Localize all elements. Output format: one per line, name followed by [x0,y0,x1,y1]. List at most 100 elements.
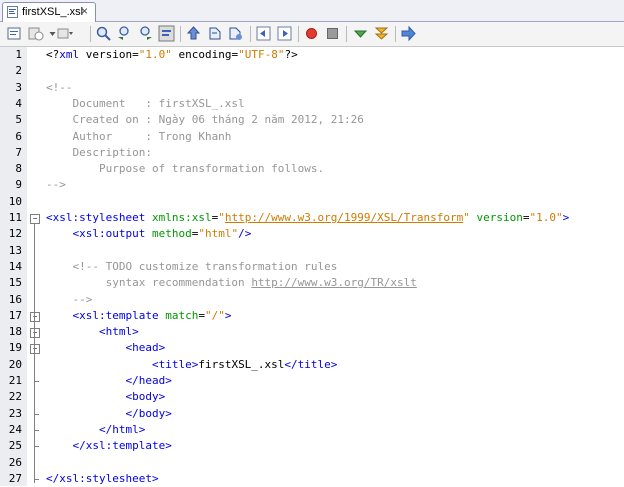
line-number: 6 [15,129,22,143]
line-number: 17 [8,308,22,322]
code-token: <xsl:stylesheet [46,211,146,224]
code-token: firstXSL_.xsl [198,357,285,371]
code-token: <xsl:template [72,308,159,322]
code-line[interactable]: Created on : Ngày 06 tháng 2 năm 2012, 2… [46,112,364,128]
toggle-highlight-icon[interactable] [158,25,175,42]
code-token: " [463,211,470,224]
back-dropdown-icon[interactable] [44,25,56,42]
code-line[interactable]: <body> [46,389,165,405]
code-token: Author : Trong Khanh [46,129,232,143]
check-xml-icon[interactable] [352,25,369,42]
code-line[interactable]: <head> [46,340,165,356]
code-line[interactable]: </xsl:stylesheet> [46,471,159,487]
code-token: <!-- [46,80,73,94]
find-icon[interactable] [95,25,112,42]
code-token: "1.0" [138,48,172,61]
toggle-bookmark-icon[interactable] [227,25,244,42]
line-number: 15 [8,276,22,290]
code-line[interactable]: <!-- [46,80,73,96]
code-token: syntax recommendation [46,276,252,290]
forward-dropdown-icon[interactable] [56,25,73,42]
code-line[interactable]: <title>firstXSL_.xsl</title> [46,357,337,373]
source-icon[interactable] [6,25,23,42]
code-token: </head> [125,374,172,387]
shift-left-icon[interactable] [255,25,272,42]
code-line[interactable]: <?xml version="1.0" encoding="UTF-8"?> [46,47,298,63]
xsl-transform-icon[interactable] [400,25,417,42]
code-token: " [218,211,225,224]
code-line[interactable]: <xsl:output method="html"/> [46,226,252,242]
code-line[interactable]: </html> [46,422,145,438]
code-line[interactable]: </xsl:template> [46,438,172,454]
history-icon[interactable] [27,25,44,42]
code-token: <html> [98,325,139,339]
code-token: ?> [284,48,298,61]
code-token: http://www.w3.org/TR/xslt [251,276,417,290]
code-line[interactable]: </head> [46,373,172,389]
code-editor[interactable]: <?xml version="1.0" encoding="UTF-8"?> <!… [46,47,624,486]
code-token: /> [238,227,252,241]
prev-bookmark-icon[interactable] [185,25,202,42]
toolbar-separator [180,26,181,42]
fold-end-marker [34,478,39,480]
code-token: Created on : Ngày 06 tháng 2 năm 2012, 2… [46,113,364,127]
fold-toggle-icon[interactable]: − [30,328,40,339]
code-line[interactable]: Purpose of transformation follows. [46,161,324,177]
code-token: <title> [151,357,199,371]
code-token: <body> [125,390,166,404]
record-macro-icon[interactable] [303,25,320,42]
validate-xml-icon[interactable] [373,25,390,42]
line-number: 22 [8,390,22,404]
code-line[interactable]: Description: [46,145,152,161]
code-line[interactable]: <xsl:template match="/"> [46,308,232,324]
code-line[interactable]: syntax recommendation http://www.w3.org/… [46,275,417,291]
code-token: Purpose of transformation follows. [46,162,325,176]
stop-macro-icon[interactable] [324,25,341,42]
next-bookmark-icon[interactable] [206,25,223,42]
line-number: 4 [15,96,22,110]
code-token: </xsl:stylesheet> [46,471,159,485]
line-number: 7 [15,145,22,159]
editor-toolbar [0,22,624,47]
code-token: match [158,308,199,322]
code-line[interactable]: --> [46,177,66,193]
line-number: 20 [8,357,22,371]
code-token: Description: [46,145,152,159]
fold-toggle-icon[interactable]: − [30,344,40,355]
code-line[interactable]: Author : Trong Khanh [46,129,231,145]
find-next-icon[interactable] [137,25,154,42]
code-token: --> [46,178,66,192]
code-line[interactable]: <xsl:stylesheet xmlns:xsl="http://www.w3… [46,210,569,226]
line-number: 1 [15,48,22,61]
code-line[interactable]: <!-- TODO customize transformation rules [46,259,337,275]
code-token: version [469,211,523,224]
editor-tab-bar: firstXSL_.xsl × [0,0,624,22]
line-number-gutter: 1 2 3 4 5 6 7 8 9 10 11 12 13 14 15 16 17 18 19 20 21 22 23 24 2… [0,47,28,486]
line-number: 25 [8,439,22,453]
code-token: "1.0" [529,211,563,224]
code-token: = [198,308,205,322]
code-line[interactable]: Document : firstXSL_.xsl [46,96,245,112]
code-token: Document : firstXSL_.xsl [46,96,245,110]
code-token: <head> [125,341,166,355]
code-line[interactable]: --> [46,292,92,308]
close-tab-icon[interactable]: × [81,4,88,18]
toolbar-separator [395,26,396,42]
fold-guide [34,403,35,418]
file-tab[interactable]: firstXSL_.xsl × [2,2,96,22]
fold-end-marker [34,413,39,415]
code-token: > [224,308,232,322]
code-line[interactable]: <html> [46,324,139,340]
code-token: http://www.w3.org/1999/XSL/Transform [224,211,464,224]
find-prev-icon[interactable] [116,25,133,42]
fold-toggle-icon[interactable]: − [30,214,40,224]
code-token: xmlns:xsl [145,211,212,224]
line-number: 11 [8,211,22,224]
line-number: 19 [8,341,22,355]
fold-toggle-icon[interactable]: − [30,311,40,322]
shift-right-icon[interactable] [276,25,293,42]
code-line[interactable]: </body> [46,406,171,422]
